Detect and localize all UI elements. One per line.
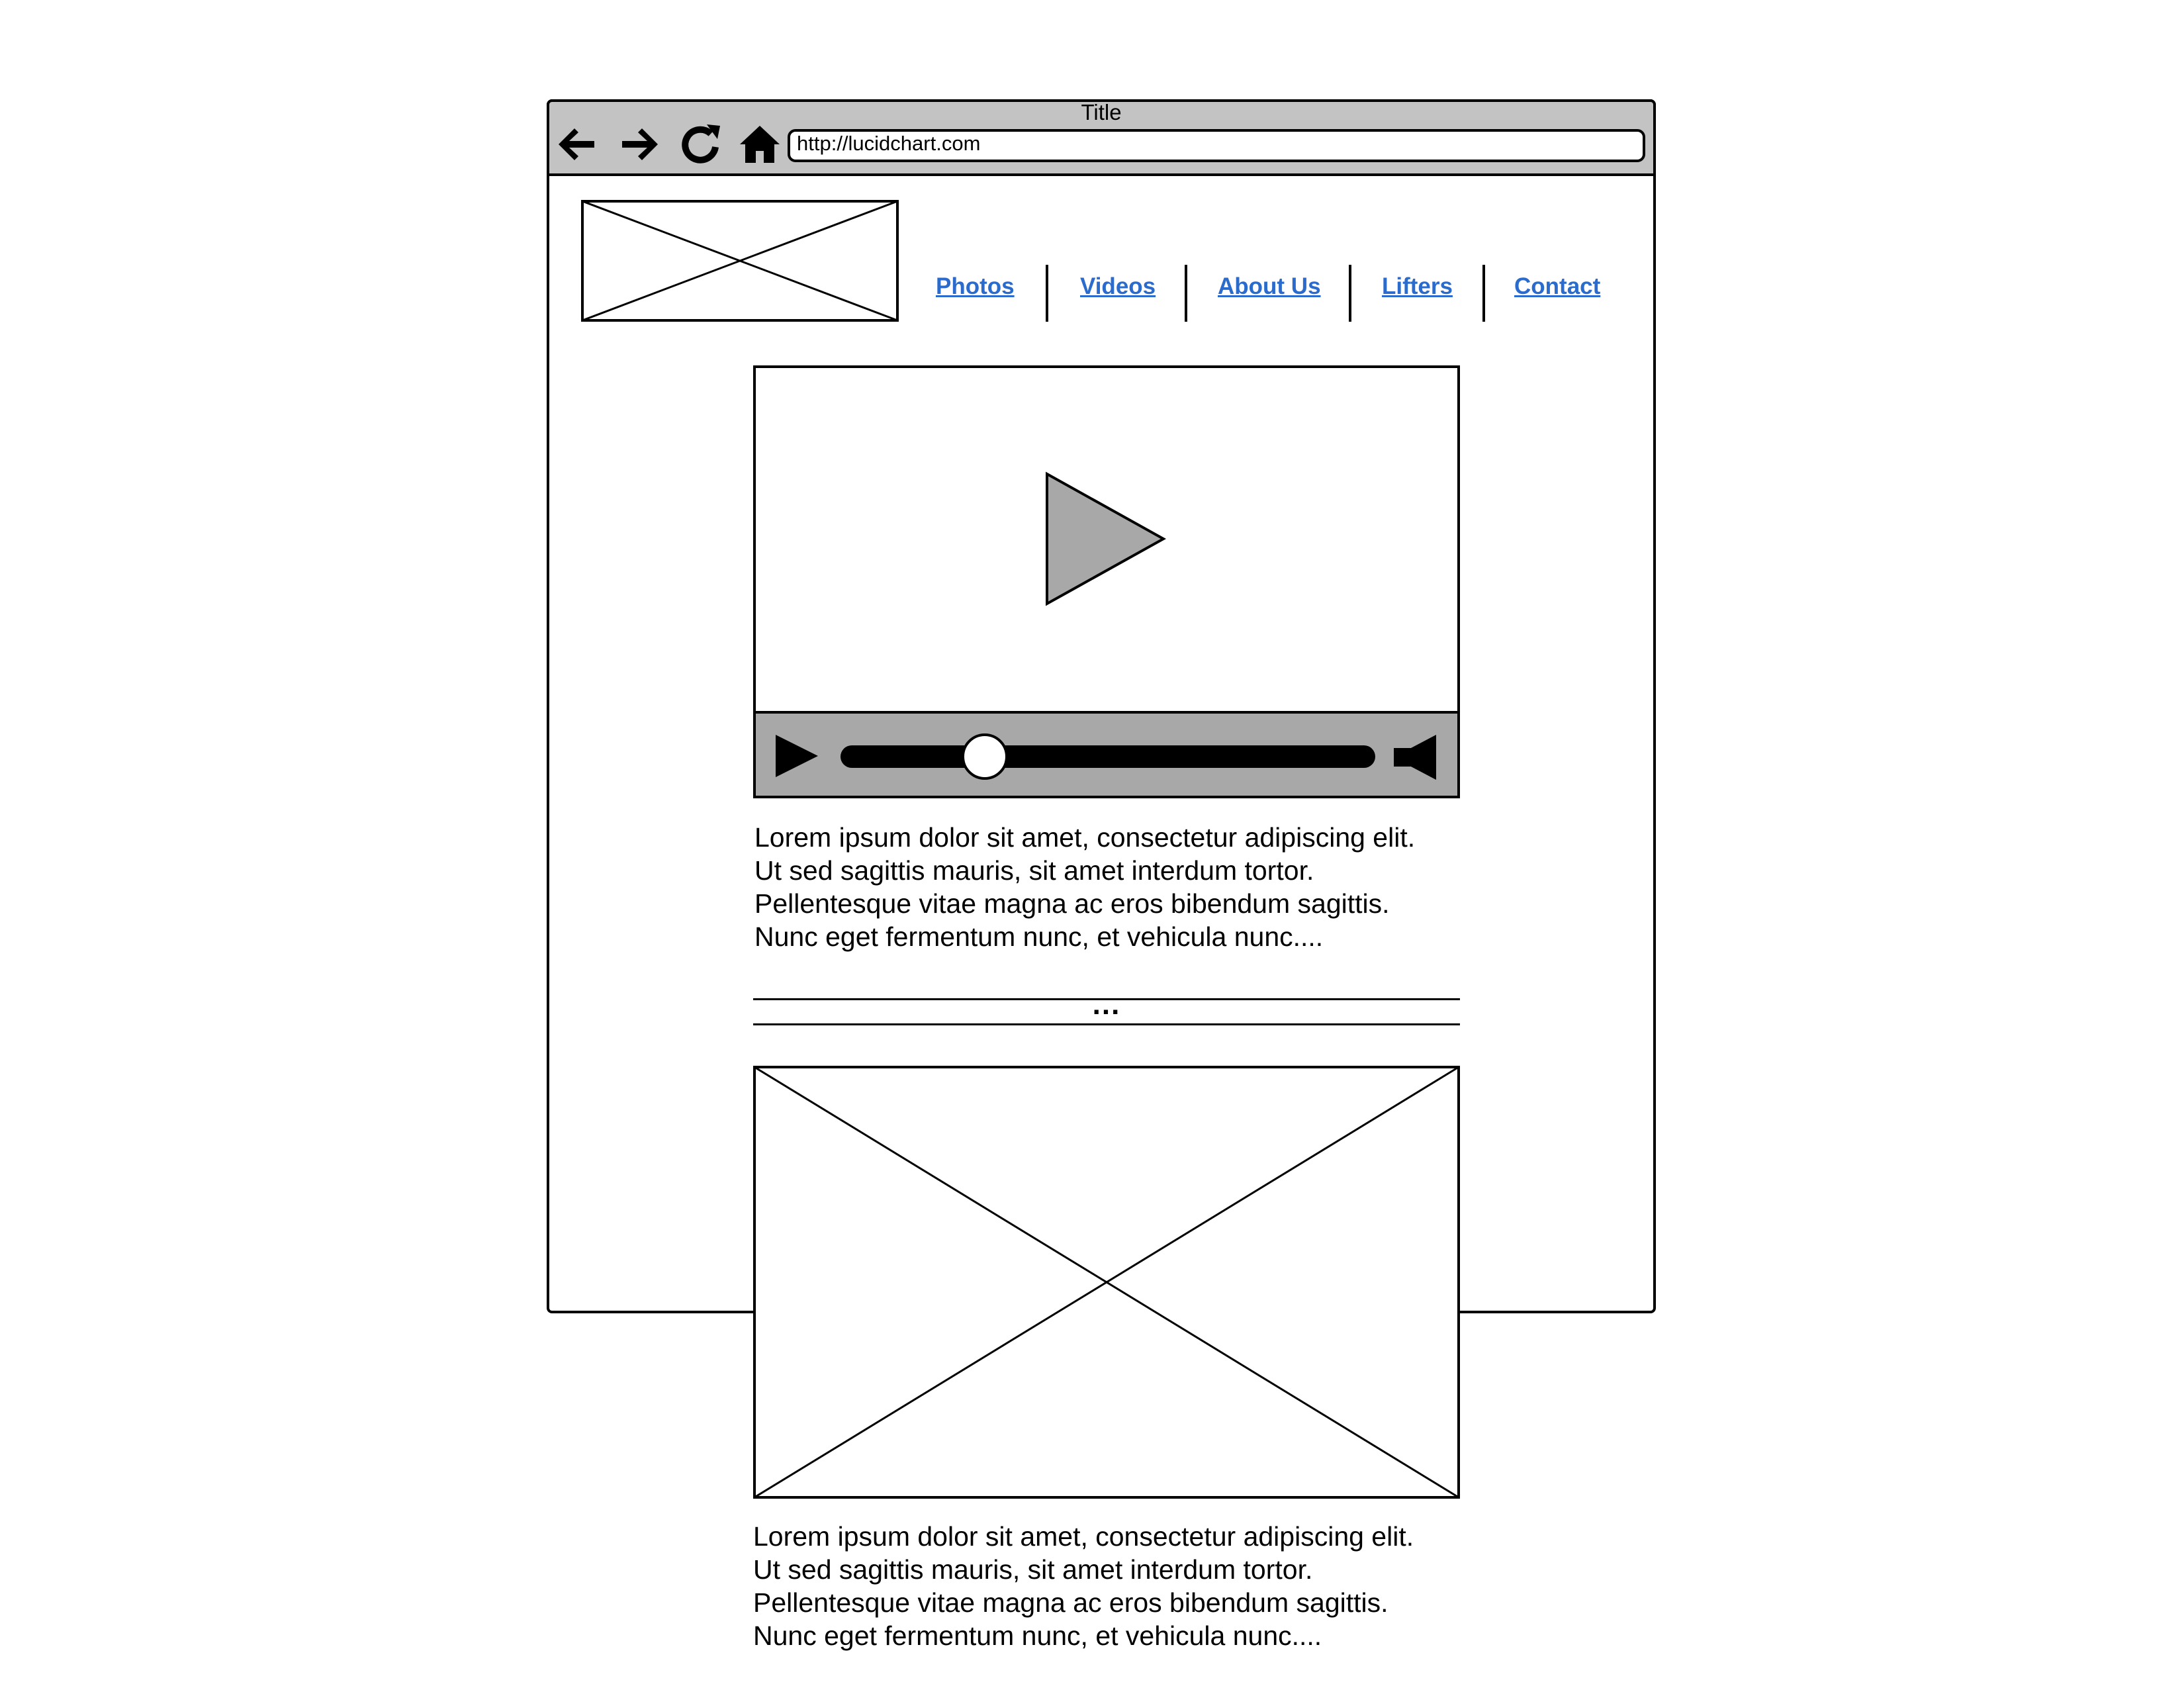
text-line: Ut sed sagittis mauris, sit amet interdu…	[753, 1554, 1313, 1585]
arrow-left-icon	[559, 128, 594, 160]
text-block: Lorem ipsum dolor sit amet, consectetur …	[753, 1520, 1414, 1652]
address-bar-url: http://lucidchart.com	[797, 132, 981, 155]
back-button[interactable]	[553, 120, 601, 168]
nav-link-videos[interactable]: Videos	[1080, 271, 1156, 302]
video-progress-handle[interactable]	[962, 733, 1009, 780]
reload-button[interactable]	[676, 120, 724, 168]
nav-separator	[1185, 265, 1187, 322]
text-line: Nunc eget fermentum nunc, et vehicula nu…	[753, 1620, 1322, 1651]
video-progress-slider[interactable]	[841, 745, 1375, 768]
home-icon	[740, 126, 780, 163]
home-button[interactable]	[736, 120, 784, 168]
nav-link-lifters[interactable]: Lifters	[1382, 271, 1453, 302]
text-line: Pellentesque vitae magna ac eros bibendu…	[754, 888, 1390, 919]
nav-link-about-us[interactable]: About Us	[1218, 271, 1321, 302]
image-placeholder	[753, 1066, 1460, 1499]
controls-play-button[interactable]	[773, 732, 821, 780]
volume-button[interactable]	[1392, 733, 1440, 781]
play-icon	[1046, 471, 1166, 606]
nav-separator	[1046, 265, 1048, 322]
text-line: Ut sed sagittis mauris, sit amet interdu…	[754, 855, 1314, 886]
text-line: Lorem ipsum dolor sit amet, consectetur …	[753, 1521, 1414, 1552]
forward-button[interactable]	[615, 120, 663, 168]
speaker-icon	[1394, 735, 1436, 780]
nav-link-contact[interactable]: Contact	[1514, 271, 1600, 302]
text-line: Lorem ipsum dolor sit amet, consectetur …	[754, 822, 1416, 853]
text-line: Pellentesque vitae magna ac eros bibendu…	[753, 1587, 1388, 1618]
text-line: Nunc eget fermentum nunc, et vehicula nu…	[754, 921, 1324, 952]
reload-icon	[682, 124, 720, 164]
nav-separator	[1349, 265, 1351, 322]
video-play-overlay-button[interactable]	[1044, 471, 1166, 606]
divider-ellipsis: ...	[1092, 988, 1121, 1021]
nav-separator	[1482, 265, 1485, 322]
divider-line	[753, 1023, 1460, 1025]
nav-link-photos[interactable]: Photos	[936, 271, 1015, 302]
play-icon	[776, 735, 818, 777]
logo-placeholder	[581, 200, 899, 322]
text-block: Lorem ipsum dolor sit amet, consectetur …	[754, 821, 1415, 953]
arrow-right-icon	[622, 128, 658, 160]
